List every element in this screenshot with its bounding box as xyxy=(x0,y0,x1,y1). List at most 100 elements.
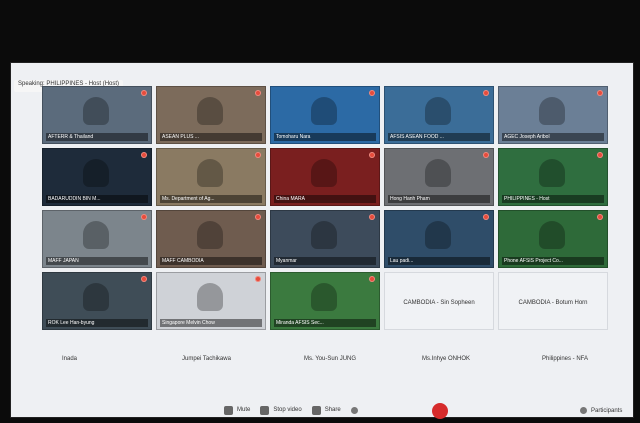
bottom-participant-name: Ms. You-Sun JUNG xyxy=(304,356,357,362)
muted-mic-icon xyxy=(369,214,375,220)
participant-silhouette xyxy=(311,97,337,125)
muted-mic-icon xyxy=(141,276,147,282)
tile-china-mara[interactable]: China MARA xyxy=(270,148,380,206)
bottom-participant-name: Ms.Inhye ONHOK xyxy=(422,356,471,362)
participant-silhouette xyxy=(425,97,451,125)
tile-maff-cambodia[interactable]: MAFF CAMBODIA xyxy=(156,210,266,268)
tile-asean-plus[interactable]: ASEAN PLUS ... xyxy=(156,86,266,144)
participant-silhouette xyxy=(425,221,451,249)
tile-lau-padi[interactable]: Lau padi... xyxy=(384,210,494,268)
participant-silhouette xyxy=(539,159,565,187)
meeting-toolbar: Mute Stop video Share xyxy=(224,403,358,417)
tile-singapore[interactable]: Singapore Melvin Chow xyxy=(156,272,266,330)
participant-label: China MARA xyxy=(274,195,376,203)
bottom-participant-name: Philippines - NFA xyxy=(542,356,589,362)
participant-label: BADARUDDIN BIN M... xyxy=(46,195,148,203)
participant-silhouette xyxy=(311,159,337,187)
muted-mic-icon xyxy=(255,276,261,282)
mute-label: Mute xyxy=(237,407,251,413)
participant-label: Myanmar xyxy=(274,257,376,265)
participant-label: PHILIPPINES - Host xyxy=(502,195,604,203)
muted-mic-icon xyxy=(141,152,147,158)
tile-badaruddin[interactable]: BADARUDDIN BIN M... xyxy=(42,148,152,206)
muted-mic-icon xyxy=(141,90,147,96)
tile-rok[interactable]: ROK Lee Han-byung xyxy=(42,272,152,330)
tile-philippines-host[interactable]: PHILIPPINES - Host xyxy=(498,148,608,206)
stop-video-label: Stop video xyxy=(273,407,302,413)
participants-button[interactable]: Participants xyxy=(580,407,622,414)
participant-silhouette xyxy=(311,221,337,249)
tile-afterr-thailand[interactable]: AFTERR & Thailand xyxy=(42,86,152,144)
participant-silhouette xyxy=(83,283,109,311)
participant-silhouette xyxy=(83,159,109,187)
more-button[interactable] xyxy=(350,406,358,414)
participant-silhouette xyxy=(539,97,565,125)
screen: Speaking: PHILIPPINES - Host (Host) AFTE… xyxy=(0,0,640,423)
bottom-participant-name: Jumpei Tachikawa xyxy=(182,356,231,362)
muted-mic-icon xyxy=(369,276,375,282)
share-icon xyxy=(311,405,321,415)
muted-mic-icon xyxy=(483,152,489,158)
tile-afsis-project[interactable]: Phone AFSIS Project Co... xyxy=(498,210,608,268)
tile-myanmar[interactable]: Myanmar xyxy=(270,210,380,268)
participant-silhouette xyxy=(83,221,109,249)
muted-mic-icon xyxy=(483,214,489,220)
participant-label: MAFF JAPAN xyxy=(46,257,148,265)
participant-label: Miranda AFSIS Sec... xyxy=(274,319,376,327)
participant-silhouette xyxy=(197,97,223,125)
video-grid: AFTERR & Thailand ASEAN PLUS ... Tomoharu … xyxy=(42,86,612,330)
mute-button[interactable]: Mute xyxy=(224,405,251,415)
muted-mic-icon xyxy=(597,214,603,220)
participant-label: AGEC Joseph Aribol xyxy=(502,133,604,141)
share-button[interactable]: Share xyxy=(311,405,341,415)
tile-afsis-sec[interactable]: Miranda AFSIS Sec... xyxy=(270,272,380,330)
muted-mic-icon xyxy=(141,214,147,220)
muted-mic-icon xyxy=(483,90,489,96)
participant-name-strip: Inada Jumpei Tachikawa Ms. You-Sun JUNG Ms.… xyxy=(42,356,612,374)
participant-silhouette xyxy=(539,221,565,249)
muted-mic-icon xyxy=(597,90,603,96)
participants-label: Participants xyxy=(591,407,623,414)
tile-afsis-asean-food[interactable]: AFSIS ASEAN FOOD ... xyxy=(384,86,494,144)
tile-maff-japan[interactable]: MAFF JAPAN xyxy=(42,210,152,268)
muted-mic-icon xyxy=(369,90,375,96)
participant-label: Lau padi... xyxy=(388,257,490,265)
bottom-participant-name: Inada xyxy=(62,356,78,362)
microphone-icon xyxy=(224,405,233,415)
muted-mic-icon xyxy=(597,152,603,158)
participant-label: AFTERR & Thailand xyxy=(46,133,148,141)
tile-cambodia-sin[interactable]: CAMBODIA - Sin Sopheen xyxy=(384,272,494,330)
participant-silhouette xyxy=(425,159,451,187)
stop-video-button[interactable]: Stop video xyxy=(260,405,302,415)
participant-label: AFSIS ASEAN FOOD ... xyxy=(388,133,490,141)
camera-icon xyxy=(260,405,270,415)
participants-icon xyxy=(580,407,587,414)
participant-label: ROK Lee Han-byung xyxy=(46,319,148,327)
end-meeting-button[interactable] xyxy=(432,403,448,419)
participant-label: ASEAN PLUS ... xyxy=(160,133,262,141)
tile-tomoharu-nara[interactable]: Tomoharu Nara xyxy=(270,86,380,144)
share-label: Share xyxy=(324,407,341,413)
participant-label: Phone AFSIS Project Co... xyxy=(502,257,604,265)
muted-mic-icon xyxy=(369,152,375,158)
participant-label: Singapore Melvin Chow xyxy=(160,319,262,327)
participant-silhouette xyxy=(83,97,109,125)
muted-mic-icon xyxy=(255,152,261,158)
tile-agec-joseph[interactable]: AGEC Joseph Aribol xyxy=(498,86,608,144)
more-icon xyxy=(350,406,358,414)
participant-silhouette xyxy=(197,283,223,311)
participant-label: Ms. Department of Ag... xyxy=(160,195,262,203)
participant-silhouette xyxy=(311,283,337,311)
muted-mic-icon xyxy=(255,214,261,220)
muted-mic-icon xyxy=(255,90,261,96)
participant-label: Hong Hanh Pham xyxy=(388,195,490,203)
participant-label: CAMBODIA - Sin Sopheen xyxy=(403,300,475,306)
tile-hong-hanh-pham[interactable]: Hong Hanh Pham xyxy=(384,148,494,206)
tile-cambodia-botum[interactable]: CAMBODIA - Botum Horn xyxy=(498,272,608,330)
participant-label: MAFF CAMBODIA xyxy=(160,257,262,265)
participant-label: CAMBODIA - Botum Horn xyxy=(518,300,588,306)
participant-silhouette xyxy=(197,159,223,187)
tile-department[interactable]: Ms. Department of Ag... xyxy=(156,148,266,206)
participant-silhouette xyxy=(197,221,223,249)
participant-label: Tomoharu Nara xyxy=(274,133,376,141)
